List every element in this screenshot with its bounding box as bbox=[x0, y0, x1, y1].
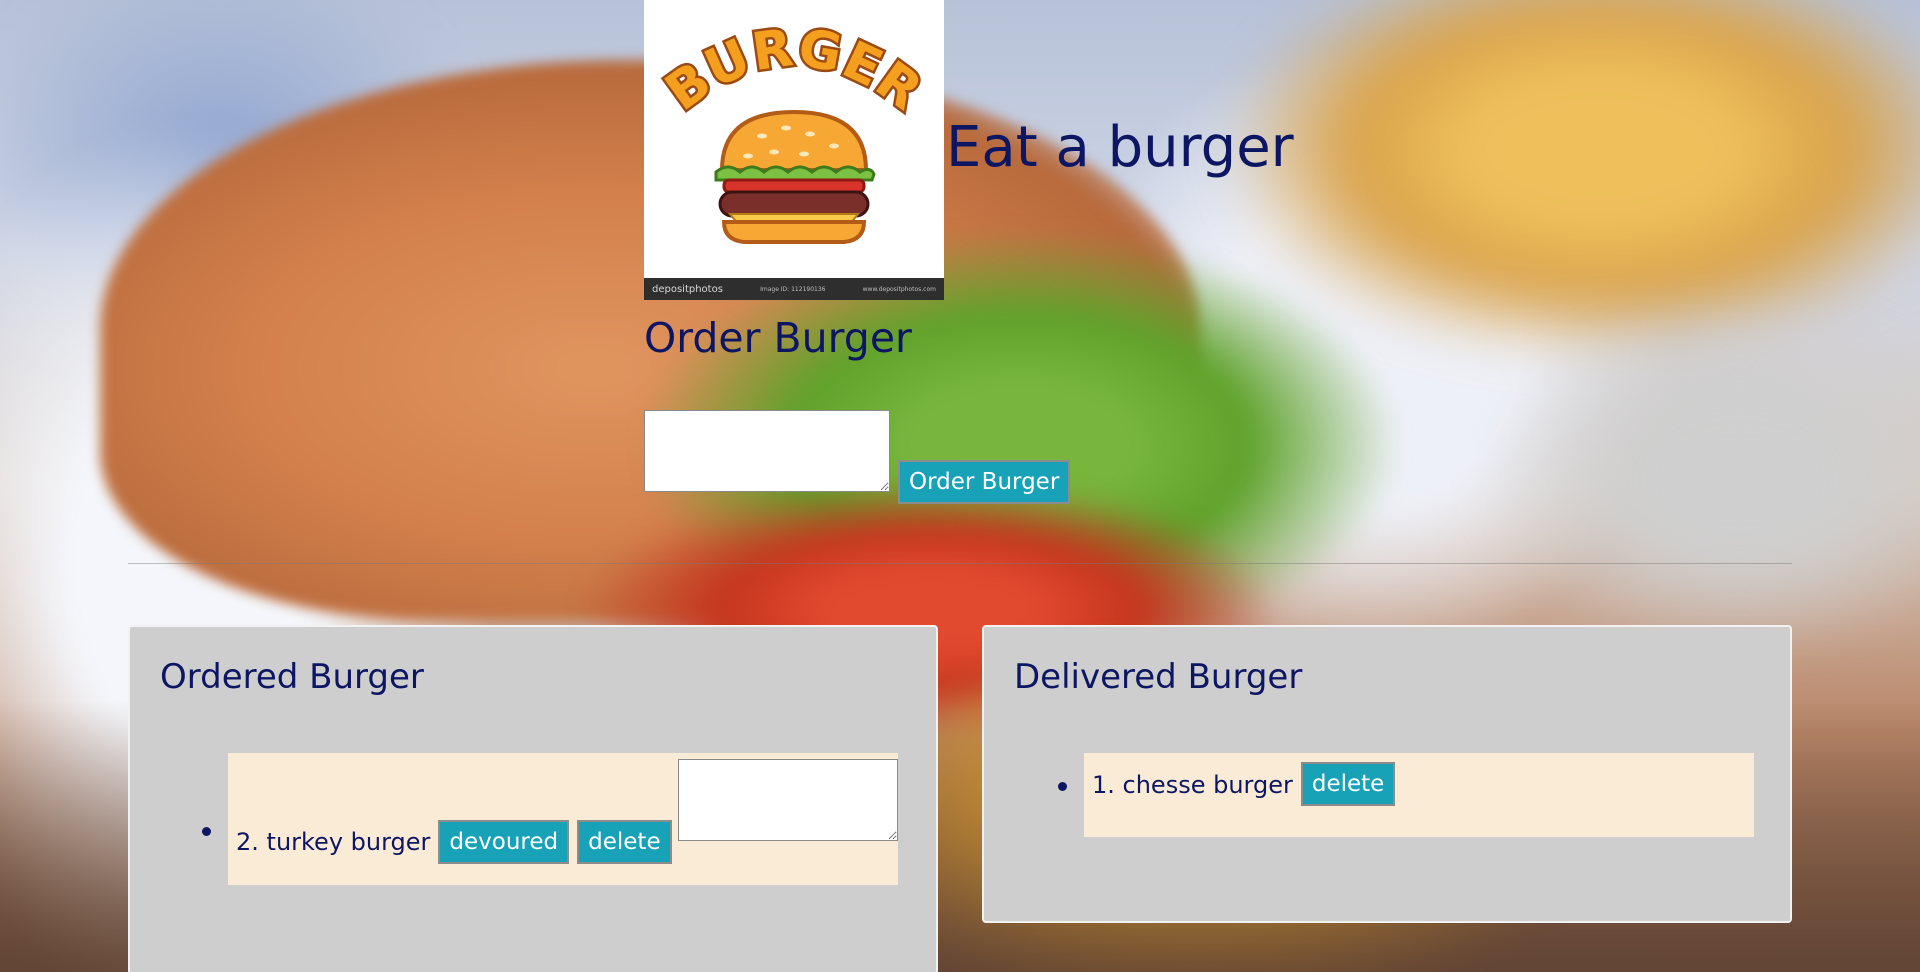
ordered-panel-title: Ordered Burger bbox=[160, 657, 424, 697]
order-form: Order Burger bbox=[644, 410, 1071, 504]
burger-label: 1. chesse burger bbox=[1092, 771, 1293, 799]
order-burger-button[interactable]: Order Burger bbox=[898, 460, 1071, 504]
delivered-burger-list: 1. chesse burger delete bbox=[1058, 753, 1754, 837]
delete-button[interactable]: delete bbox=[1300, 762, 1396, 806]
section-divider bbox=[128, 563, 1792, 564]
bullet-icon bbox=[202, 827, 211, 836]
bullet-icon bbox=[1058, 782, 1067, 791]
list-item: 1. chesse burger delete bbox=[1058, 753, 1754, 837]
delivered-burger-panel: Delivered Burger 1. chesse burger delete bbox=[982, 625, 1792, 923]
logo-footer-brand: depositphotos bbox=[652, 283, 723, 295]
page-title: Eat a burger bbox=[946, 114, 1294, 180]
burger-name-input[interactable] bbox=[644, 410, 890, 492]
item-note-input[interactable] bbox=[677, 759, 898, 841]
delivered-panel-title: Delivered Burger bbox=[1014, 657, 1303, 697]
logo-footer-site: www.depositphotos.com bbox=[862, 285, 936, 293]
delete-button[interactable]: delete bbox=[577, 820, 672, 864]
site-header: BURGER depositphotos Image ID: 112190136… bbox=[644, 0, 1294, 300]
logo-footer-image-id: Image ID: 112190136 bbox=[760, 285, 826, 293]
order-heading: Order Burger bbox=[644, 314, 912, 362]
list-item: 2. turkey burger devoured delete bbox=[202, 753, 898, 885]
devoured-button[interactable]: devoured bbox=[438, 820, 570, 864]
burger-logo: BURGER depositphotos Image ID: 112190136… bbox=[644, 0, 944, 300]
logo-watermark-bar: depositphotos Image ID: 112190136 www.de… bbox=[644, 278, 944, 300]
ordered-burger-panel: Ordered Burger 2. turkey burger devoured… bbox=[128, 625, 938, 972]
ordered-burger-list: 2. turkey burger devoured delete bbox=[202, 753, 898, 885]
burger-label: 2. turkey burger bbox=[236, 828, 431, 856]
svg-text:BURGER: BURGER bbox=[655, 18, 933, 123]
